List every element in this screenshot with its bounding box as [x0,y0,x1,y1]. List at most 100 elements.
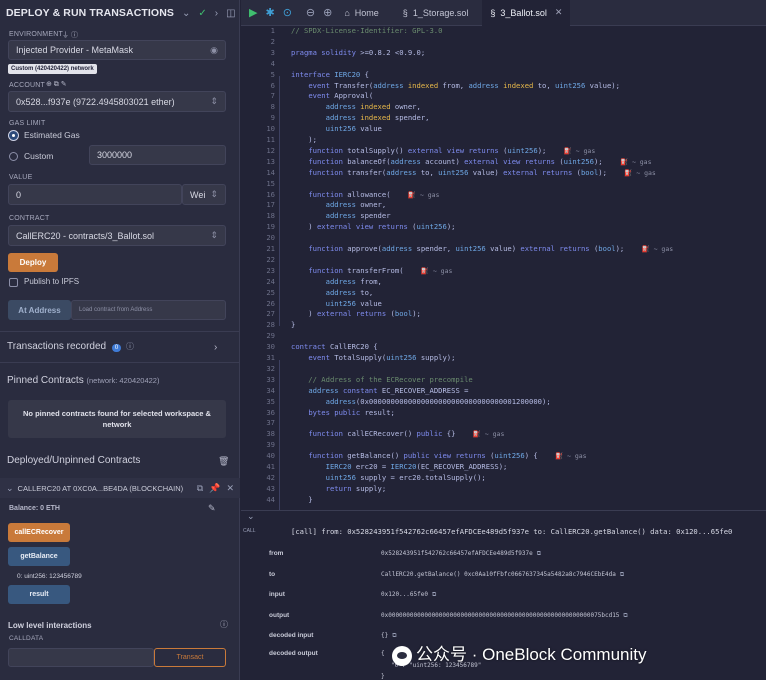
custom-gas-input[interactable]: 3000000 [89,145,226,165]
code-line: 3 pragma solidity >=0.8.2 <0.9.0; [241,48,766,59]
tx-field-value: CallERC20.getBalance() 0xc0Aa10fFbfc0667… [381,571,625,578]
zoom-in-icon[interactable]: ⊕ [323,6,332,19]
result-button[interactable]: result [8,585,70,604]
deploy-button[interactable]: Deploy [8,253,58,272]
line-number: 13 [266,156,275,166]
copy-icon[interactable]: ⧉ [197,483,203,494]
panel-toggle-icon[interactable]: ◫ [226,8,235,19]
chevron-down-icon[interactable]: ⌄ [6,483,14,494]
deployed-contract-row[interactable]: ⌄ CALLERC20 AT 0XC0A...BE4DA (BLOCKCHAIN… [0,478,240,498]
contract-select[interactable]: CallERC20 - contracts/3_Ballot.sol ⇕ [8,225,226,246]
estimated-gas-label: Estimated Gas [24,130,80,140]
tx-field-value: 0x528243951f542762c66457efAFDCEe489d5f93… [381,550,542,557]
environment-select[interactable]: Injected Provider - MetaMask ◉ [8,40,226,60]
copy-icon[interactable]: ⧉ [620,571,624,578]
code-text: address(0x000000000000000000000000000000… [325,396,551,406]
edit-icon[interactable]: ✎ [208,503,216,514]
wechat-logo-icon [392,645,412,666]
line-number: 41 [266,462,275,471]
line-number: 31 [266,353,275,362]
contract-value: CallERC20 - contracts/3_Ballot.sol [16,230,155,241]
zoom-out-icon[interactable]: ⊖ [306,6,315,19]
close-icon[interactable]: ✕ [555,7,563,18]
code-text: pragma solidity >=0.8.2 <0.9.0; [291,47,426,57]
account-select[interactable]: 0x528...f937e (9722.4945803021 ether) ⇕ [8,91,226,112]
calldata-input[interactable] [8,648,154,667]
code-text: address indexed owner, [325,102,421,112]
copy-icon[interactable]: ⧉ [392,632,396,639]
line-number: 19 [266,222,275,232]
transactions-recorded[interactable]: Transactions recorded 0 ⓘ [7,341,134,352]
code-line: 24 address from, [241,277,766,288]
account-action-icons[interactable]: ⊕ ⧉ ✎ [46,80,67,89]
fox-icon: ◉ [210,44,218,55]
estimated-gas-radio[interactable] [9,131,18,140]
code-line: 36 bytes public result; [241,408,766,419]
line-number: 9 [270,113,275,123]
at-address-button[interactable]: At Address [8,300,71,320]
line-number: 35 [266,396,275,406]
line-number: 12 [266,145,275,155]
chevron-right-icon[interactable]: › [215,8,218,19]
code-text: address constant EC_RECOVER_ADDRESS = [308,385,469,395]
line-number: 43 [266,483,275,493]
call-log-line[interactable]: [call] from: 0x528243951f542762c66457efA… [291,527,732,536]
line-number: 33 [266,374,275,384]
custom-gas-radio[interactable] [9,152,18,161]
copy-icon[interactable]: ⧉ [432,591,436,598]
divider [0,331,240,332]
terminal-toggle[interactable]: ⌄ [241,511,766,525]
copy-icon[interactable]: ⧉ [537,550,541,557]
tx-field-key: input [269,591,285,598]
remix-ide: DEPLOY & RUN TRANSACTIONS ⌄ ✓ › ◫ ENVIRO… [0,0,766,680]
callecrecover-button[interactable]: callECRecover [8,523,70,542]
line-number: 42 [266,472,275,482]
line-number: 3 [270,47,275,57]
trash-icon[interactable]: 🗑 [218,456,229,467]
tab-home[interactable]: ⌂ Home [336,0,386,26]
copy-icon[interactable]: ⧉ [623,612,627,619]
code-line: 39 [241,440,766,451]
check-icon[interactable]: ✓ [198,8,206,19]
custom-gas-label: Custom [24,151,54,161]
code-line: 32 [241,364,766,375]
line-number: 8 [270,102,275,112]
run-icon[interactable]: ▶ [249,6,257,19]
toggle-icon[interactable]: ⊙ [283,6,292,19]
chevron-right-icon[interactable]: › [214,342,217,353]
line-number: 29 [266,331,275,341]
line-number: 32 [266,363,275,373]
code-line: 4 [241,59,766,70]
code-editor[interactable]: 1 // SPDX-License-Identifier: GPL-3.0 2 3 pr… [241,26,766,510]
info-icon[interactable]: ⓘ [220,619,228,630]
line-number: 5 [270,69,275,79]
code-line: 7 event Approval( [241,91,766,102]
tab-storage[interactable]: § 1_Storage.sol [395,0,477,26]
chevron-down-icon[interactable]: ⌄ [247,511,255,521]
divider [0,362,240,363]
pinned-title-text: Pinned Contracts [7,375,84,386]
tab-ballot[interactable]: § 3_Ballot.sol ✕ [482,0,571,26]
publish-ipfs-checkbox[interactable] [9,278,18,287]
code-line: 22 [241,255,766,266]
code-line: 13 function balanceOf(address account) e… [241,157,766,168]
code-line: 12 function totalSupply() external view … [241,146,766,157]
debug-icon[interactable]: ✱ [265,6,274,19]
pin-icon[interactable]: 📌 [209,483,220,494]
tx-field-key: output [269,612,290,619]
close-icon[interactable]: ✕ [226,483,234,494]
at-address-input[interactable]: Load contract from Address [71,300,226,320]
code-text: function transfer(address to, uint256 va… [308,167,656,177]
deployed-contracts-title: Deployed/Unpinned Contracts [7,455,141,466]
transact-button[interactable]: Transact [154,648,226,667]
tab-home-label: Home [354,7,379,18]
tab-bar: ▶ ✱ ⊙ ⊖ ⊕ ⌂ Home § 1_Storage.sol § 3_Bal… [241,0,766,26]
code-line: 1 // SPDX-License-Identifier: GPL-3.0 [241,26,766,37]
value-unit-select[interactable]: Wei ⇕ [182,184,226,205]
chevron-down-icon[interactable]: ⌄ [182,8,190,19]
value-input[interactable]: 0 [8,184,182,205]
getbalance-button[interactable]: getBalance [8,547,70,566]
code-text: contract CallERC20 { [291,342,378,352]
line-number: 39 [266,440,275,450]
plug-icon[interactable]: ⏚ ⓘ [62,30,78,40]
